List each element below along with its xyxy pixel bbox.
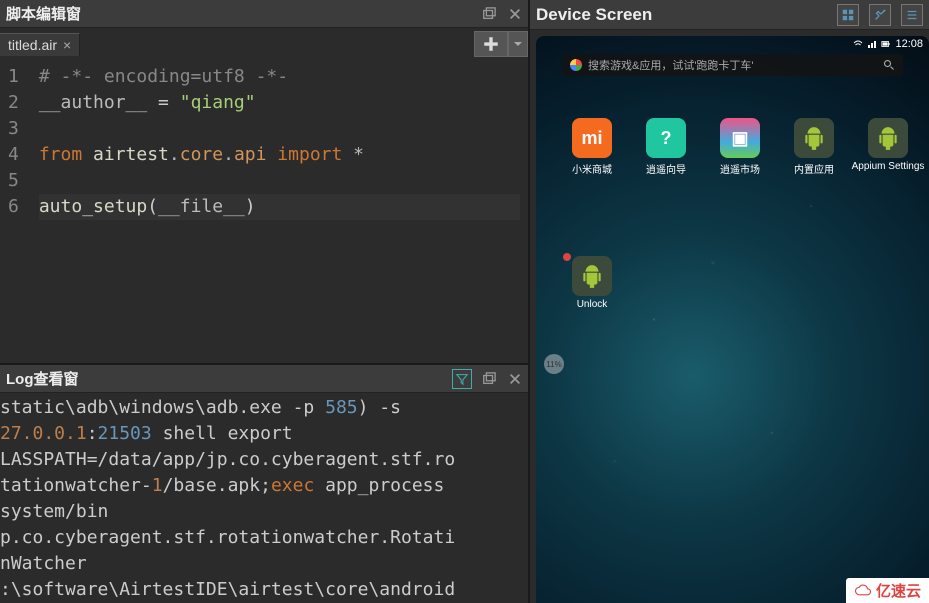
script-editor-title: 脚本编辑窗: [4, 3, 81, 24]
search-icon: [883, 59, 895, 71]
code-editor[interactable]: 123456 # -*- encoding=utf8 -*- __author_…: [0, 60, 528, 363]
grid-tool-icon[interactable]: [837, 4, 859, 26]
device-title: Device Screen: [536, 5, 652, 25]
app-xiaoyao-market[interactable]: ▣ 逍遥市场: [714, 118, 766, 176]
undock-log-icon[interactable]: [480, 370, 498, 388]
tab-close-icon[interactable]: ×: [63, 37, 71, 53]
log-title: Log查看窗: [4, 368, 79, 389]
code-line-4: from airtest.core.api import *: [39, 142, 520, 168]
menu-tool-icon[interactable]: [901, 4, 923, 26]
tab-dropdown-toggle[interactable]: [508, 31, 528, 57]
code-line-2: __author__ = "qiang": [39, 90, 520, 116]
status-bar: 12:08: [847, 36, 929, 52]
status-time: 12:08: [895, 38, 923, 50]
log-panel: Log查看窗 static\adb\windows\adb.exe -p 585…: [0, 363, 528, 603]
app-unlock[interactable]: Unlock: [566, 256, 618, 310]
log-controls: [452, 369, 524, 389]
code-line-1: # -*- encoding=utf8 -*-: [39, 64, 520, 90]
close-log-icon[interactable]: [506, 370, 524, 388]
script-editor-controls: [480, 5, 524, 23]
line-gutter: 123456: [0, 60, 31, 363]
device-screen[interactable]: 12:08 搜索游戏&应用，试试'跑跑卡丁车' mi 小米商城 ? 逍遥向导 ▣: [536, 36, 929, 603]
watermark-label: 亿速云: [876, 580, 921, 601]
editor-tab-row: titled.air ×: [0, 28, 528, 60]
badge-dot: [563, 253, 571, 261]
app-row-1: mi 小米商城 ? 逍遥向导 ▣ 逍遥市场 内置应用 Appium Se: [566, 118, 925, 176]
settings-tool-icon[interactable]: [869, 4, 891, 26]
device-tools: [837, 4, 923, 26]
app-row-2: Unlock: [566, 256, 925, 310]
cloud-icon: [854, 584, 872, 598]
app-appium-settings[interactable]: Appium Settings: [862, 118, 914, 176]
search-placeholder: 搜索游戏&应用，试试'跑跑卡丁车': [588, 57, 877, 73]
code-area[interactable]: # -*- encoding=utf8 -*- __author__ = "qi…: [31, 60, 528, 363]
signal-icon: [867, 39, 877, 49]
app-xiaomi-store[interactable]: mi 小米商城: [566, 118, 618, 176]
app-xiaoyao-guide[interactable]: ? 逍遥向导: [640, 118, 692, 176]
script-editor-header: 脚本编辑窗: [0, 0, 528, 28]
file-tab-label: titled.air: [8, 37, 57, 53]
undock-icon[interactable]: [480, 5, 498, 23]
watermark: 亿速云: [846, 578, 929, 603]
battery-icon: [881, 39, 891, 49]
log-header: Log查看窗: [0, 365, 528, 393]
log-output[interactable]: static\adb\windows\adb.exe -p 585) -s 27…: [0, 393, 528, 603]
add-tab-button[interactable]: [474, 31, 508, 57]
app-builtin-apps[interactable]: 内置应用: [788, 118, 840, 176]
code-line-6: auto_setup(__file__): [39, 194, 520, 220]
file-tab[interactable]: titled.air ×: [0, 33, 80, 56]
search-logo-icon: [570, 59, 582, 71]
filter-icon[interactable]: [452, 369, 472, 389]
code-line-3: [39, 116, 520, 142]
floating-bubble[interactable]: 11%: [544, 354, 564, 374]
code-line-5: [39, 168, 520, 194]
search-bar[interactable]: 搜索游戏&应用，试试'跑跑卡丁车': [562, 54, 903, 76]
wifi-icon: [853, 39, 863, 49]
device-header: Device Screen: [530, 0, 929, 30]
close-icon[interactable]: [506, 5, 524, 23]
